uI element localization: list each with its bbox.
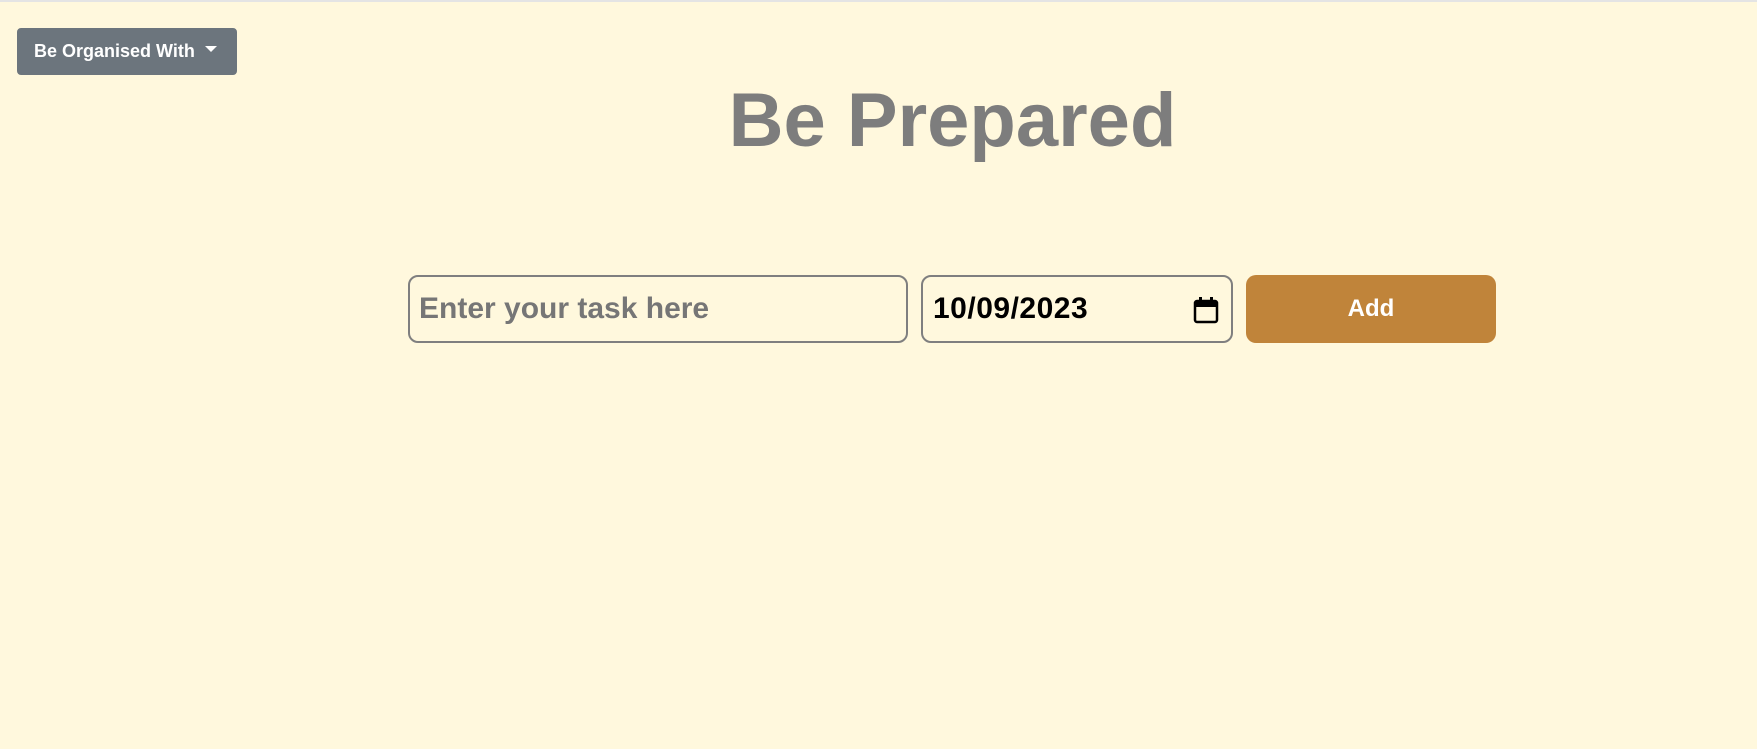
be-organised-with-dropdown[interactable]: Be Organised With — [17, 28, 237, 75]
page-title: Be Prepared — [728, 78, 1177, 163]
task-input[interactable] — [408, 275, 908, 343]
dropdown-label: Be Organised With — [34, 41, 195, 61]
date-input[interactable]: 10/09/2023 — [921, 275, 1233, 343]
add-button[interactable]: Add — [1246, 275, 1496, 343]
date-value: 10/09/2023 — [933, 292, 1089, 325]
top-divider — [0, 0, 1757, 2]
calendar-icon[interactable] — [1193, 296, 1219, 324]
chevron-down-icon — [204, 45, 217, 52]
